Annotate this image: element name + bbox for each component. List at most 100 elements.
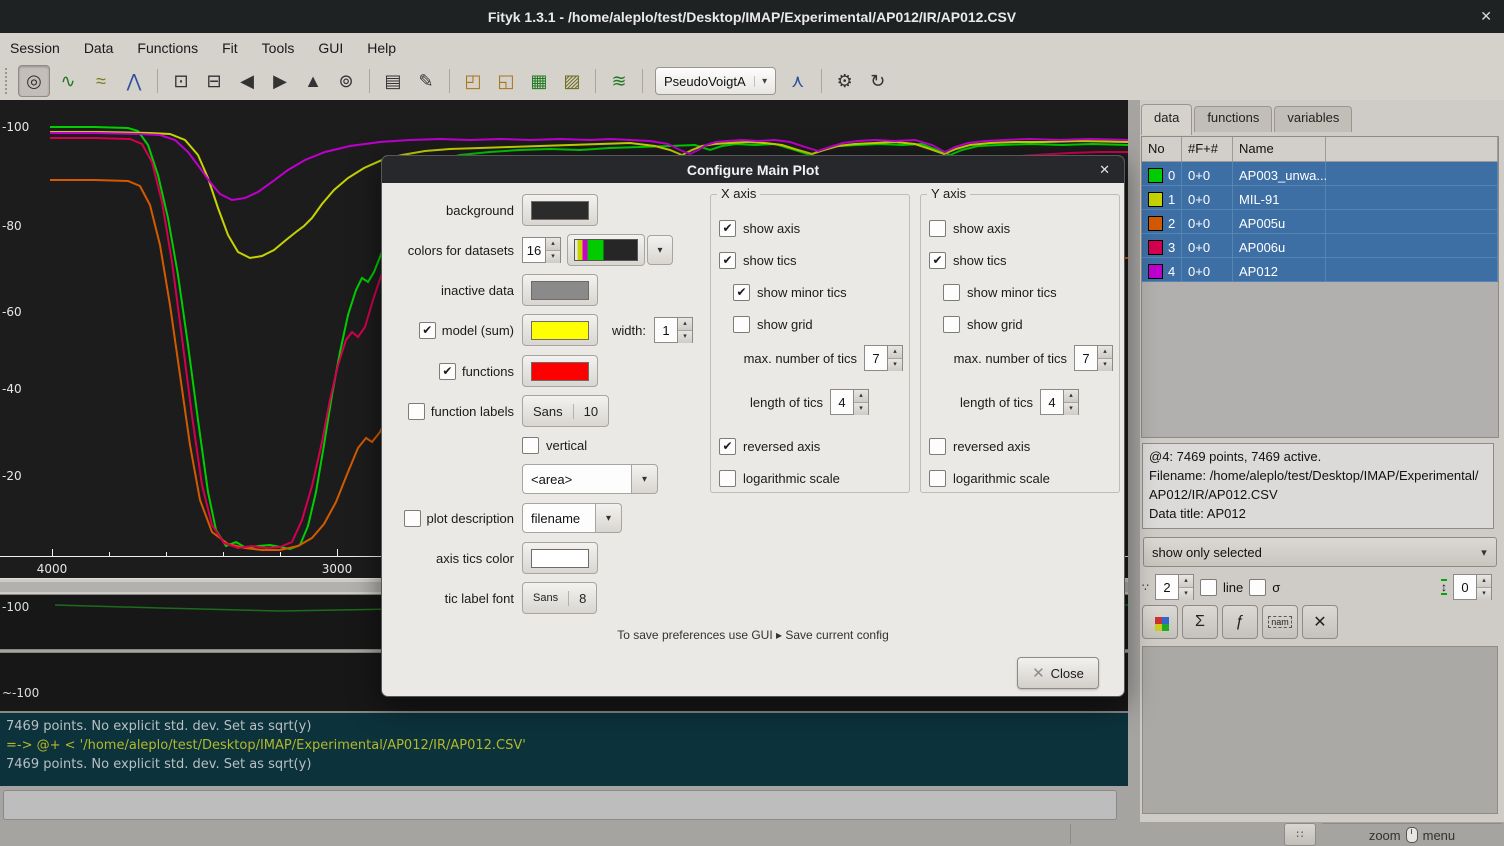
table-row[interactable]: 30+0AP006u: [1142, 234, 1498, 258]
label-format-combobox[interactable]: <area>: [522, 464, 632, 494]
dataset-colors-preview-button[interactable]: [567, 234, 645, 266]
add-peak-mode-button[interactable]: ⋀: [119, 66, 149, 96]
y-axis-logarithmic-scale-checkbox[interactable]: [929, 470, 946, 487]
point-size-spinner-arrows[interactable]: ▴▾: [1179, 574, 1194, 600]
y-shift-spinner[interactable]: 0▴▾: [1453, 574, 1492, 600]
continue-fit-button[interactable]: ↻: [863, 66, 893, 96]
x-axis-length-of-tics-spinner-down-arrow[interactable]: ▾: [854, 402, 868, 415]
command-input[interactable]: [3, 790, 1117, 820]
y-axis-length-of-tics-spinner-up-arrow[interactable]: ▴: [1064, 390, 1078, 402]
table-row[interactable]: 20+0AP005u: [1142, 210, 1498, 234]
extend-zoom-up-button[interactable]: ▲: [298, 66, 328, 96]
line-checkbox[interactable]: [1200, 579, 1217, 596]
x-axis-show-tics-checkbox[interactable]: ✔: [719, 252, 736, 269]
tab-variables[interactable]: variables: [1274, 106, 1352, 132]
zoom-vertically-button[interactable]: ⊟: [199, 66, 229, 96]
y-axis-show-minor-tics-checkbox[interactable]: [943, 284, 960, 301]
x-axis-show-minor-tics-checkbox[interactable]: ✔: [733, 284, 750, 301]
session-log-button[interactable]: ▤: [378, 66, 408, 96]
menu-item-tools[interactable]: Tools: [262, 40, 295, 56]
dataset-color-count-spinner-arrows[interactable]: ▴▾: [546, 237, 561, 263]
zoom-mode-button[interactable]: ◎: [18, 65, 50, 97]
menu-item-functions[interactable]: Functions: [137, 40, 198, 56]
edit-init-button[interactable]: ✎: [411, 66, 441, 96]
window-close-icon[interactable]: ✕: [1480, 8, 1492, 25]
y-shift-spinner-down-arrow[interactable]: ▾: [1477, 587, 1491, 600]
show-filter-combobox[interactable]: show only selected ▾: [1143, 537, 1497, 567]
previous-zoom-button[interactable]: ◀: [232, 66, 262, 96]
menu-item-session[interactable]: Session: [10, 40, 60, 56]
toolbar-grip[interactable]: [5, 68, 12, 94]
table-row[interactable]: 40+0AP012: [1142, 258, 1498, 282]
point-size-spinner[interactable]: 2▴▾: [1155, 574, 1194, 600]
baseline-mode-button[interactable]: ≈: [86, 66, 116, 96]
dataset-colors-button[interactable]: [1142, 605, 1178, 639]
copy-function-button[interactable]: ƒ: [1222, 605, 1258, 639]
sigma-checkbox[interactable]: [1249, 579, 1266, 596]
palette-dropdown-button[interactable]: ▾: [647, 235, 673, 265]
menu-item-fit[interactable]: Fit: [222, 40, 238, 56]
zoom-all-button[interactable]: ⊡: [166, 66, 196, 96]
y-axis-max--number-of-tics-spinner-down-arrow[interactable]: ▾: [1098, 358, 1112, 371]
point-size-spinner-down-arrow[interactable]: ▾: [1179, 587, 1193, 600]
point-size-spinner-up-arrow[interactable]: ▴: [1179, 575, 1193, 587]
x-axis-max--number-of-tics-spinner-down-arrow[interactable]: ▾: [888, 358, 902, 371]
y-axis-max--number-of-tics-spinner-up-arrow[interactable]: ▴: [1098, 346, 1112, 358]
export-button[interactable]: ▨: [557, 66, 587, 96]
dataset-color-count-spinner-up-arrow[interactable]: ▴: [546, 238, 560, 250]
sum-datasets-button[interactable]: Σ: [1182, 605, 1218, 639]
menu-item-help[interactable]: Help: [367, 40, 396, 56]
model-width-spinner-down-arrow[interactable]: ▾: [678, 330, 692, 343]
mouse-zoom-button[interactable]: ⊚: [331, 66, 361, 96]
rename-dataset-button[interactable]: nam: [1262, 605, 1298, 639]
model-color-button[interactable]: [522, 314, 598, 346]
close-button[interactable]: ✕ Close: [1017, 657, 1099, 689]
x-axis-logarithmic-scale-checkbox[interactable]: [719, 470, 736, 487]
y-axis-max--number-of-tics-spinner[interactable]: 7▴▾: [1074, 345, 1113, 371]
append-data-button[interactable]: ◱: [491, 66, 521, 96]
y-axis-show-axis-checkbox[interactable]: [929, 220, 946, 237]
x-axis-show-grid-checkbox[interactable]: [733, 316, 750, 333]
table-row[interactable]: 10+0MIL-91: [1142, 186, 1498, 210]
y-axis-length-of-tics-spinner-arrows[interactable]: ▴▾: [1064, 389, 1079, 415]
x-axis-max--number-of-tics-spinner[interactable]: 7▴▾: [864, 345, 903, 371]
table-row[interactable]: 00+0AP003_unwa...: [1142, 162, 1498, 186]
data-transform-button[interactable]: ≋: [604, 66, 634, 96]
tab-functions[interactable]: functions: [1194, 106, 1272, 132]
plot-description-checkbox[interactable]: [404, 510, 421, 527]
y-axis-length-of-tics-spinner[interactable]: 4▴▾: [1040, 389, 1079, 415]
plot-description-combobox[interactable]: filename: [522, 503, 596, 533]
vertical-splitter[interactable]: [1128, 100, 1140, 822]
tic-label-font-button[interactable]: Sans 8: [522, 582, 597, 614]
menu-item-gui[interactable]: GUI: [318, 40, 343, 56]
x-axis-length-of-tics-spinner-up-arrow[interactable]: ▴: [854, 390, 868, 402]
y-axis-show-tics-checkbox[interactable]: ✔: [929, 252, 946, 269]
axis-tics-color-button[interactable]: [522, 542, 598, 574]
x-axis-max--number-of-tics-spinner-up-arrow[interactable]: ▴: [888, 346, 902, 358]
output-console[interactable]: 7469 points. No explicit std. dev. Set a…: [0, 712, 1128, 786]
functions-checkbox[interactable]: ✔: [439, 363, 456, 380]
x-axis-length-of-tics-spinner-arrows[interactable]: ▴▾: [854, 389, 869, 415]
data-range-mode-button[interactable]: ∿: [53, 66, 83, 96]
dataset-table[interactable]: No#F+#Name 00+0AP003_unwa...10+0MIL-9120…: [1141, 136, 1499, 438]
next-zoom-button[interactable]: ▶: [265, 66, 295, 96]
functions-color-button[interactable]: [522, 355, 598, 387]
chevron-down-icon[interactable]: ▾: [596, 503, 622, 533]
x-axis-reversed-axis-checkbox[interactable]: ✔: [719, 438, 736, 455]
dataset-color-count-spinner-down-arrow[interactable]: ▾: [546, 250, 560, 263]
function-labels-checkbox[interactable]: [408, 403, 425, 420]
dataset-color-count-spinner[interactable]: 16▴▾: [522, 237, 561, 263]
y-shift-spinner-arrows[interactable]: ▴▾: [1477, 574, 1492, 600]
inactive-data-color-button[interactable]: [522, 274, 598, 306]
y-shift-spinner-up-arrow[interactable]: ▴: [1477, 575, 1491, 587]
function-label-font-button[interactable]: Sans 10: [522, 395, 609, 427]
chevron-down-icon[interactable]: ▾: [632, 464, 658, 494]
model-width-spinner-up-arrow[interactable]: ▴: [678, 318, 692, 330]
dialog-close-icon[interactable]: ✕: [1099, 162, 1110, 178]
y-axis-length-of-tics-spinner-down-arrow[interactable]: ▾: [1064, 402, 1078, 415]
y-axis-show-grid-checkbox[interactable]: [943, 316, 960, 333]
save-session-button[interactable]: ▦: [524, 66, 554, 96]
model-sum-checkbox[interactable]: ✔: [419, 322, 436, 339]
x-axis-show-axis-checkbox[interactable]: ✔: [719, 220, 736, 237]
y-axis-max--number-of-tics-spinner-arrows[interactable]: ▴▾: [1098, 345, 1113, 371]
